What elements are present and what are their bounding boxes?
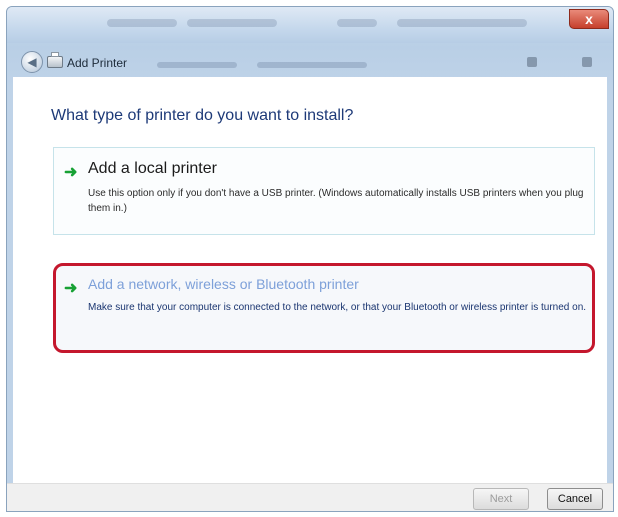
toolbar-icon[interactable] — [527, 57, 537, 67]
green-arrow-icon: ➜ — [64, 280, 78, 297]
toolbar-icon[interactable] — [582, 57, 592, 67]
breadcrumb-title: Add Printer — [67, 56, 128, 70]
add-local-printer-option[interactable]: ➜ Add a local printer Use this option on… — [53, 147, 595, 235]
option-description: Make sure that your computer is connecte… — [88, 302, 587, 313]
close-icon: x — [585, 11, 593, 27]
back-button[interactable]: ◀ — [21, 51, 43, 73]
add-printer-window: x ◀ Add Printer What type of printer do … — [6, 6, 614, 512]
back-arrow-icon: ◀ — [27, 55, 37, 69]
nav-blur — [257, 62, 367, 68]
add-network-printer-option[interactable]: ➜ Add a network, wireless or Bluetooth p… — [53, 263, 595, 353]
page-title: What type of printer do you want to inst… — [51, 107, 354, 124]
nav-blur — [157, 62, 237, 68]
title-bar-blur — [187, 19, 277, 27]
printer-icon — [47, 52, 63, 68]
title-bar: x — [7, 7, 613, 43]
title-bar-blur — [107, 19, 177, 27]
title-bar-blur — [397, 19, 527, 27]
close-button[interactable]: x — [569, 9, 609, 29]
cancel-button[interactable]: Cancel — [547, 488, 603, 510]
green-arrow-icon: ➜ — [64, 164, 78, 181]
option-description: Use this option only if you don't have a… — [88, 188, 584, 214]
option-title: Add a network, wireless or Bluetooth pri… — [88, 276, 359, 292]
option-title: Add a local printer — [88, 160, 217, 177]
next-button[interactable]: Next — [473, 488, 529, 510]
title-bar-blur — [337, 19, 377, 27]
wizard-footer: Next Cancel — [7, 483, 613, 511]
navigation-bar: ◀ Add Printer — [7, 43, 613, 77]
wizard-content: What type of printer do you want to inst… — [13, 77, 607, 483]
